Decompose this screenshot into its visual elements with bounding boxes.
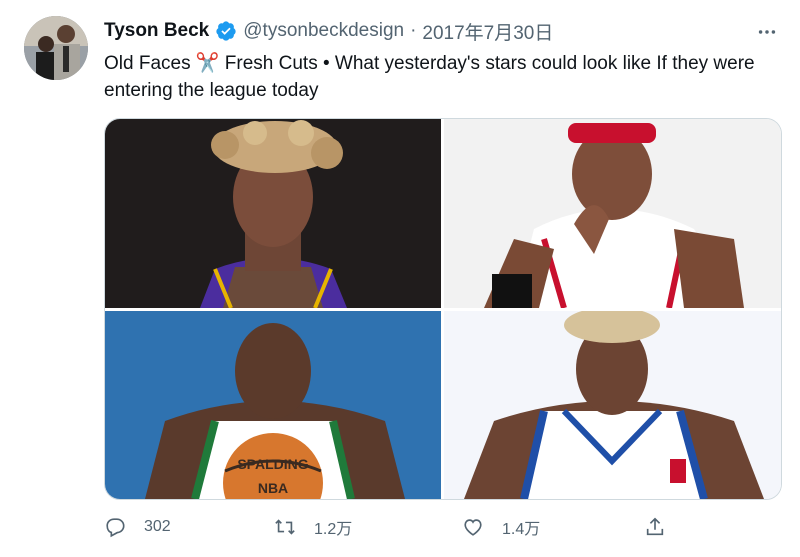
retweet-button[interactable]: 1.2万 bbox=[274, 512, 352, 542]
reply-count: 302 bbox=[144, 518, 171, 535]
reply-icon bbox=[106, 518, 125, 538]
tweet-actions: 302 1.2万 1.4万 bbox=[104, 512, 684, 542]
media-grid: SPALDING NBA bbox=[104, 118, 782, 500]
media-photo-2[interactable] bbox=[444, 119, 781, 308]
ball-brand-text: SPALDING bbox=[237, 456, 308, 472]
share-icon bbox=[646, 517, 664, 536]
tweet-text: Old Faces ✂️ Fresh Cuts • What yesterday… bbox=[104, 53, 755, 101]
share-button[interactable] bbox=[644, 512, 684, 542]
author-name[interactable]: Tyson Beck bbox=[104, 20, 209, 42]
media-photo-4[interactable] bbox=[444, 311, 781, 499]
tweet-header: Tyson Beck @tysonbeckdesign · 2017年7月30日 bbox=[104, 18, 553, 44]
avatar-image bbox=[24, 16, 88, 80]
separator-dot: · bbox=[410, 20, 417, 41]
like-button[interactable]: 1.4万 bbox=[462, 512, 540, 542]
retweet-count: 1.2万 bbox=[314, 521, 353, 538]
author-handle[interactable]: @tysonbeckdesign bbox=[243, 20, 404, 42]
media-photo-3[interactable]: SPALDING NBA bbox=[105, 311, 441, 499]
retweet-icon bbox=[275, 519, 295, 535]
avatar[interactable] bbox=[24, 16, 88, 80]
verified-badge-icon bbox=[215, 20, 237, 42]
ball-logo-text: NBA bbox=[258, 480, 288, 496]
more-dots-icon bbox=[758, 30, 776, 34]
heart-icon bbox=[464, 519, 482, 536]
like-count: 1.4万 bbox=[502, 521, 541, 538]
reply-button[interactable]: 302 bbox=[104, 512, 171, 542]
more-options-button[interactable] bbox=[752, 20, 782, 44]
tweet-date[interactable]: 2017年7月30日 bbox=[422, 18, 553, 45]
media-photo-1[interactable] bbox=[105, 119, 441, 308]
